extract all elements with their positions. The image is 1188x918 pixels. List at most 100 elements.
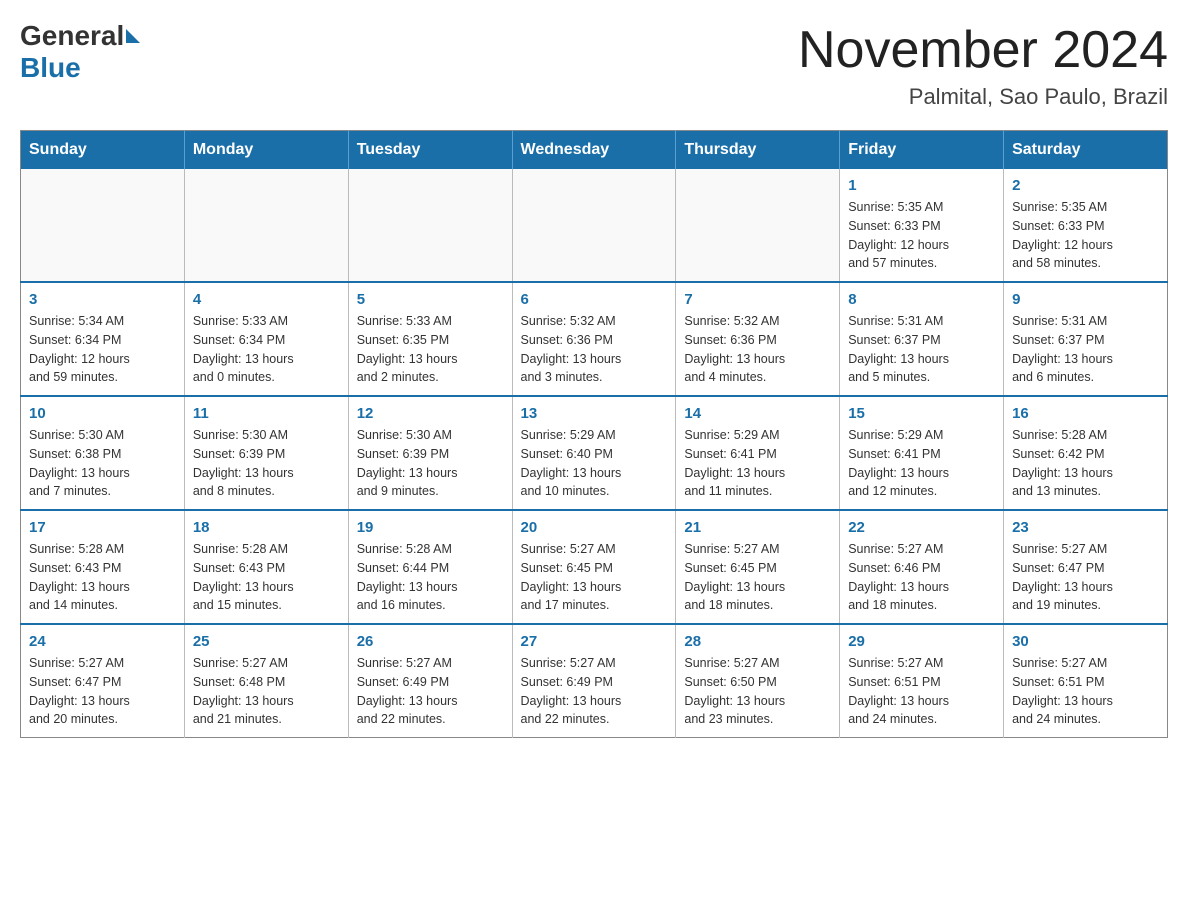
calendar-week-row: 3 Sunrise: 5:34 AMSunset: 6:34 PMDaylight…: [21, 282, 1168, 396]
calendar-cell: 21 Sunrise: 5:27 AMSunset: 6:45 PMDayligh…: [676, 510, 840, 624]
day-info: Sunrise: 5:27 AMSunset: 6:51 PMDaylight:…: [1012, 654, 1159, 729]
day-number: 16: [1012, 405, 1159, 422]
calendar-cell: 1 Sunrise: 5:35 AMSunset: 6:33 PMDaylight…: [840, 169, 1004, 282]
day-info: Sunrise: 5:31 AMSunset: 6:37 PMDaylight:…: [848, 312, 995, 387]
day-info: Sunrise: 5:33 AMSunset: 6:35 PMDaylight:…: [357, 312, 504, 387]
calendar-cell: [512, 169, 676, 282]
day-info: Sunrise: 5:27 AMSunset: 6:50 PMDaylight:…: [684, 654, 831, 729]
day-info: Sunrise: 5:29 AMSunset: 6:41 PMDaylight:…: [684, 426, 831, 501]
day-info: Sunrise: 5:33 AMSunset: 6:34 PMDaylight:…: [193, 312, 340, 387]
header-wednesday: Wednesday: [512, 131, 676, 170]
calendar-cell: 5 Sunrise: 5:33 AMSunset: 6:35 PMDaylight…: [348, 282, 512, 396]
day-info: Sunrise: 5:30 AMSunset: 6:38 PMDaylight:…: [29, 426, 176, 501]
calendar-cell: 12 Sunrise: 5:30 AMSunset: 6:39 PMDayligh…: [348, 396, 512, 510]
day-number: 1: [848, 177, 995, 194]
day-info: Sunrise: 5:32 AMSunset: 6:36 PMDaylight:…: [521, 312, 668, 387]
calendar-cell: 10 Sunrise: 5:30 AMSunset: 6:38 PMDayligh…: [21, 396, 185, 510]
logo-blue-text: Blue: [20, 52, 81, 84]
day-info: Sunrise: 5:34 AMSunset: 6:34 PMDaylight:…: [29, 312, 176, 387]
day-info: Sunrise: 5:27 AMSunset: 6:47 PMDaylight:…: [29, 654, 176, 729]
calendar-cell: 11 Sunrise: 5:30 AMSunset: 6:39 PMDayligh…: [184, 396, 348, 510]
day-number: 20: [521, 519, 668, 536]
calendar-week-row: 10 Sunrise: 5:30 AMSunset: 6:38 PMDayligh…: [21, 396, 1168, 510]
day-info: Sunrise: 5:28 AMSunset: 6:43 PMDaylight:…: [193, 540, 340, 615]
day-number: 8: [848, 291, 995, 308]
day-info: Sunrise: 5:32 AMSunset: 6:36 PMDaylight:…: [684, 312, 831, 387]
day-number: 2: [1012, 177, 1159, 194]
calendar-cell: [676, 169, 840, 282]
calendar-cell: 9 Sunrise: 5:31 AMSunset: 6:37 PMDaylight…: [1004, 282, 1168, 396]
day-number: 4: [193, 291, 340, 308]
calendar-cell: 4 Sunrise: 5:33 AMSunset: 6:34 PMDaylight…: [184, 282, 348, 396]
day-info: Sunrise: 5:29 AMSunset: 6:41 PMDaylight:…: [848, 426, 995, 501]
logo-general-text: General: [20, 20, 124, 52]
calendar-week-row: 1 Sunrise: 5:35 AMSunset: 6:33 PMDaylight…: [21, 169, 1168, 282]
calendar-cell: 6 Sunrise: 5:32 AMSunset: 6:36 PMDaylight…: [512, 282, 676, 396]
day-info: Sunrise: 5:28 AMSunset: 6:42 PMDaylight:…: [1012, 426, 1159, 501]
header-saturday: Saturday: [1004, 131, 1168, 170]
day-number: 25: [193, 633, 340, 650]
calendar-cell: 18 Sunrise: 5:28 AMSunset: 6:43 PMDayligh…: [184, 510, 348, 624]
day-info: Sunrise: 5:30 AMSunset: 6:39 PMDaylight:…: [357, 426, 504, 501]
day-number: 10: [29, 405, 176, 422]
day-info: Sunrise: 5:28 AMSunset: 6:43 PMDaylight:…: [29, 540, 176, 615]
day-info: Sunrise: 5:27 AMSunset: 6:45 PMDaylight:…: [521, 540, 668, 615]
calendar-cell: 30 Sunrise: 5:27 AMSunset: 6:51 PMDayligh…: [1004, 624, 1168, 738]
day-number: 18: [193, 519, 340, 536]
day-number: 24: [29, 633, 176, 650]
calendar-table: SundayMondayTuesdayWednesdayThursdayFrid…: [20, 130, 1168, 738]
calendar-cell: 27Sunrise: 5:27 AMSunset: 6:49 PMDayligh…: [512, 624, 676, 738]
calendar-cell: 22Sunrise: 5:27 AMSunset: 6:46 PMDayligh…: [840, 510, 1004, 624]
day-number: 5: [357, 291, 504, 308]
calendar-cell: 26Sunrise: 5:27 AMSunset: 6:49 PMDayligh…: [348, 624, 512, 738]
day-info: Sunrise: 5:27 AMSunset: 6:49 PMDaylight:…: [357, 654, 504, 729]
calendar-cell: 25 Sunrise: 5:27 AMSunset: 6:48 PMDayligh…: [184, 624, 348, 738]
day-info: Sunrise: 5:27 AMSunset: 6:45 PMDaylight:…: [684, 540, 831, 615]
calendar-header-row: SundayMondayTuesdayWednesdayThursdayFrid…: [21, 131, 1168, 170]
day-info: Sunrise: 5:31 AMSunset: 6:37 PMDaylight:…: [1012, 312, 1159, 387]
day-number: 6: [521, 291, 668, 308]
calendar-cell: 15 Sunrise: 5:29 AMSunset: 6:41 PMDayligh…: [840, 396, 1004, 510]
header-tuesday: Tuesday: [348, 131, 512, 170]
day-info: Sunrise: 5:29 AMSunset: 6:40 PMDaylight:…: [521, 426, 668, 501]
day-number: 14: [684, 405, 831, 422]
day-info: Sunrise: 5:27 AMSunset: 6:47 PMDaylight:…: [1012, 540, 1159, 615]
title-area: November 2024 Palmital, Sao Paulo, Brazi…: [798, 20, 1168, 110]
location-title: Palmital, Sao Paulo, Brazil: [798, 84, 1168, 110]
calendar-cell: 19Sunrise: 5:28 AMSunset: 6:44 PMDayligh…: [348, 510, 512, 624]
day-number: 22: [848, 519, 995, 536]
logo: General Blue: [20, 20, 142, 84]
calendar-cell: 13 Sunrise: 5:29 AMSunset: 6:40 PMDayligh…: [512, 396, 676, 510]
day-number: 30: [1012, 633, 1159, 650]
day-number: 15: [848, 405, 995, 422]
day-number: 3: [29, 291, 176, 308]
day-info: Sunrise: 5:35 AMSunset: 6:33 PMDaylight:…: [848, 198, 995, 273]
day-number: 23: [1012, 519, 1159, 536]
header-monday: Monday: [184, 131, 348, 170]
calendar-week-row: 17 Sunrise: 5:28 AMSunset: 6:43 PMDayligh…: [21, 510, 1168, 624]
calendar-cell: 20 Sunrise: 5:27 AMSunset: 6:45 PMDayligh…: [512, 510, 676, 624]
day-number: 9: [1012, 291, 1159, 308]
calendar-cell: 29Sunrise: 5:27 AMSunset: 6:51 PMDayligh…: [840, 624, 1004, 738]
calendar-cell: 8 Sunrise: 5:31 AMSunset: 6:37 PMDaylight…: [840, 282, 1004, 396]
day-info: Sunrise: 5:27 AMSunset: 6:51 PMDaylight:…: [848, 654, 995, 729]
header: General Blue November 2024 Palmital, Sao…: [20, 20, 1168, 110]
calendar-cell: 17 Sunrise: 5:28 AMSunset: 6:43 PMDayligh…: [21, 510, 185, 624]
day-number: 12: [357, 405, 504, 422]
day-info: Sunrise: 5:30 AMSunset: 6:39 PMDaylight:…: [193, 426, 340, 501]
day-number: 21: [684, 519, 831, 536]
calendar-cell: [184, 169, 348, 282]
calendar-cell: 28 Sunrise: 5:27 AMSunset: 6:50 PMDayligh…: [676, 624, 840, 738]
calendar-cell: 24 Sunrise: 5:27 AMSunset: 6:47 PMDayligh…: [21, 624, 185, 738]
calendar-week-row: 24 Sunrise: 5:27 AMSunset: 6:47 PMDayligh…: [21, 624, 1168, 738]
day-number: 17: [29, 519, 176, 536]
day-number: 28: [684, 633, 831, 650]
day-number: 13: [521, 405, 668, 422]
calendar-cell: 14 Sunrise: 5:29 AMSunset: 6:41 PMDayligh…: [676, 396, 840, 510]
calendar-cell: 7Sunrise: 5:32 AMSunset: 6:36 PMDaylight…: [676, 282, 840, 396]
day-info: Sunrise: 5:27 AMSunset: 6:48 PMDaylight:…: [193, 654, 340, 729]
day-info: Sunrise: 5:27 AMSunset: 6:49 PMDaylight:…: [521, 654, 668, 729]
day-number: 11: [193, 405, 340, 422]
month-title: November 2024: [798, 20, 1168, 80]
header-thursday: Thursday: [676, 131, 840, 170]
